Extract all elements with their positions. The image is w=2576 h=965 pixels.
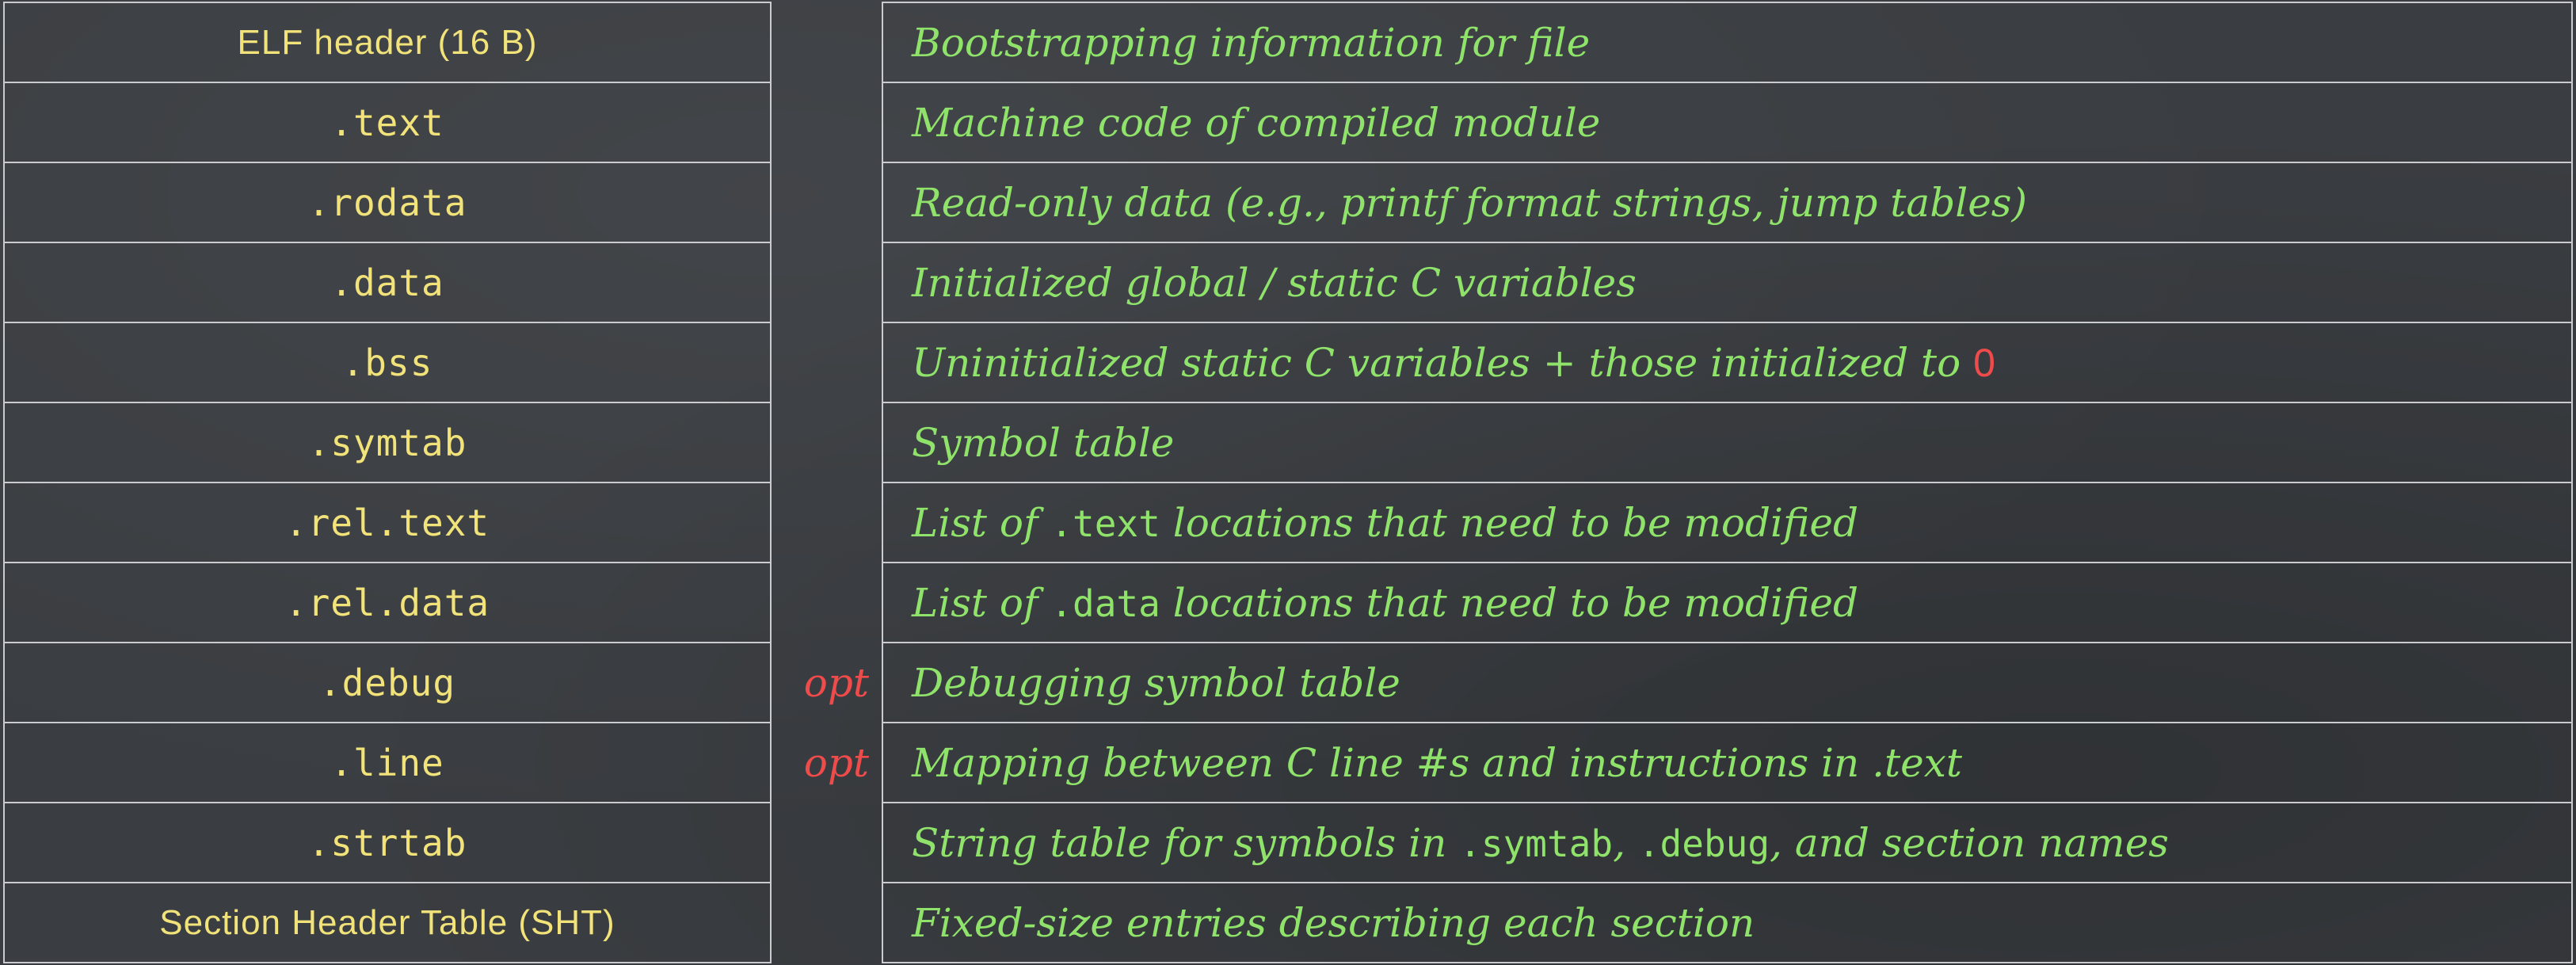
section-cell: .bss bbox=[5, 323, 770, 403]
description-text: Read-only data (e.g., printf format stri… bbox=[912, 179, 2027, 226]
section-name: Section Header Table (SHT) bbox=[159, 902, 615, 942]
section-cell: .rel.text bbox=[5, 483, 770, 563]
opt-slot: opt bbox=[775, 643, 878, 723]
description-cell: String table for symbols in .symtab, .de… bbox=[883, 803, 2571, 883]
description-cell: Uninitialized static C variables + those… bbox=[883, 323, 2571, 403]
section-description: List of .text locations that need to be … bbox=[912, 500, 1858, 546]
section-description: Machine code of compiled module bbox=[912, 100, 1600, 146]
description-text: locations that need to be modified bbox=[1160, 499, 1858, 546]
optional-marker-column: opt opt bbox=[775, 2, 878, 963]
description-text: List of bbox=[912, 579, 1051, 626]
description-cell: Mapping between C line #s and instructio… bbox=[883, 723, 2571, 803]
section-cell: .text bbox=[5, 83, 770, 163]
opt-slot bbox=[775, 563, 878, 643]
opt-slot bbox=[775, 2, 878, 82]
section-description: Bootstrapping information for file bbox=[912, 20, 1590, 66]
section-cell: .rel.data bbox=[5, 563, 770, 643]
opt-slot bbox=[775, 402, 878, 482]
description-text: Mapping between C line #s and instructio… bbox=[912, 739, 1963, 786]
zero-value: 0 bbox=[1973, 340, 1995, 385]
section-description: Read-only data (e.g., printf format stri… bbox=[912, 180, 2027, 226]
section-description: List of .data locations that need to be … bbox=[912, 580, 1858, 626]
description-cell: Machine code of compiled module bbox=[883, 83, 2571, 163]
elf-layout-diagram: ELF header (16 B) .text .rodata .data .bss .s… bbox=[0, 0, 2576, 965]
section-name: .bss bbox=[341, 341, 433, 384]
description-cell: List of .data locations that need to be … bbox=[883, 563, 2571, 643]
description-text: List of bbox=[912, 499, 1051, 546]
description-cell: Symbol table bbox=[883, 403, 2571, 483]
opt-slot bbox=[775, 482, 878, 563]
description-cell: Fixed-size entries describing each secti… bbox=[883, 883, 2571, 962]
section-name: .symtab bbox=[307, 421, 467, 464]
section-name: .text bbox=[330, 101, 444, 144]
description-cell: Initialized global / static C variables bbox=[883, 243, 2571, 323]
opt-slot bbox=[775, 162, 878, 242]
section-description: Symbol table bbox=[912, 420, 1174, 466]
description-column: Bootstrapping information for file Machin… bbox=[882, 2, 2573, 963]
opt-slot bbox=[775, 322, 878, 402]
description-cell: List of .text locations that need to be … bbox=[883, 483, 2571, 563]
section-name: .rodata bbox=[307, 181, 467, 224]
section-description: Mapping between C line #s and instructio… bbox=[912, 740, 1962, 786]
opt-slot: opt bbox=[775, 723, 878, 803]
section-column: ELF header (16 B) .text .rodata .data .bss .s… bbox=[3, 2, 772, 963]
description-text: Initialized global / static C variables bbox=[912, 259, 1637, 306]
optional-tag: opt bbox=[803, 740, 869, 787]
section-ref: .text bbox=[1050, 502, 1160, 545]
section-cell: ELF header (16 B) bbox=[5, 3, 770, 83]
section-description: String table for symbols in .symtab, .de… bbox=[912, 820, 2169, 866]
section-cell: .debug bbox=[5, 643, 770, 723]
section-ref: .symtab bbox=[1459, 822, 1614, 865]
description-text: locations that need to be modified bbox=[1160, 579, 1858, 626]
section-name: .rel.data bbox=[284, 581, 490, 624]
description-text: Uninitialized static C variables + those… bbox=[912, 339, 1974, 386]
section-cell: .data bbox=[5, 243, 770, 323]
description-text: Symbol table bbox=[912, 419, 1175, 466]
description-text: Bootstrapping information for file bbox=[912, 19, 1591, 66]
description-text: , bbox=[1613, 819, 1638, 866]
description-cell: Bootstrapping information for file bbox=[883, 3, 2571, 83]
section-cell: .rodata bbox=[5, 163, 770, 243]
section-cell: .symtab bbox=[5, 403, 770, 483]
description-cell: Debugging symbol table bbox=[883, 643, 2571, 723]
description-text: Debugging symbol table bbox=[912, 659, 1400, 706]
description-text: Machine code of compiled module bbox=[912, 99, 1601, 146]
opt-slot bbox=[775, 803, 878, 883]
section-name: ELF header (16 B) bbox=[237, 22, 538, 62]
section-description: Debugging symbol table bbox=[912, 660, 1400, 706]
opt-slot bbox=[775, 82, 878, 162]
section-name: .debug bbox=[318, 661, 456, 704]
optional-tag: opt bbox=[803, 659, 869, 706]
section-ref: .data bbox=[1050, 582, 1160, 625]
section-name: .data bbox=[330, 261, 444, 304]
section-name: .strtab bbox=[307, 821, 467, 864]
opt-slot bbox=[775, 242, 878, 322]
section-name: .rel.text bbox=[284, 501, 490, 544]
section-cell: Section Header Table (SHT) bbox=[5, 883, 770, 962]
section-ref: .debug bbox=[1637, 822, 1770, 865]
section-name: .line bbox=[330, 741, 444, 784]
opt-slot bbox=[775, 883, 878, 963]
section-description: Initialized global / static C variables bbox=[912, 260, 1637, 306]
description-text: , and section names bbox=[1770, 819, 2169, 866]
section-cell: .line bbox=[5, 723, 770, 803]
description-text: Fixed-size entries describing each secti… bbox=[912, 899, 1755, 946]
section-cell: .strtab bbox=[5, 803, 770, 883]
section-description: Fixed-size entries describing each secti… bbox=[912, 900, 1755, 946]
section-description: Uninitialized static C variables + those… bbox=[912, 340, 1995, 386]
description-text: String table for symbols in bbox=[912, 819, 1460, 866]
description-cell: Read-only data (e.g., printf format stri… bbox=[883, 163, 2571, 243]
